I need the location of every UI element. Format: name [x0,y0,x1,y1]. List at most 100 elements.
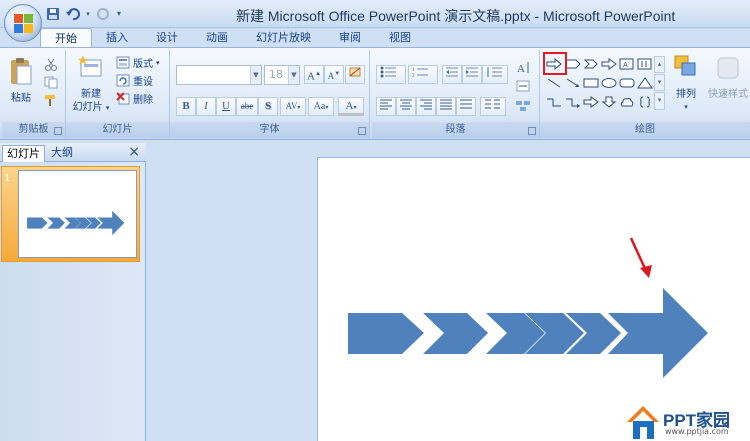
shrink-font-button[interactable]: A▼ [324,65,344,84]
shape-oval[interactable] [600,75,617,91]
undo-icon[interactable] [64,5,82,22]
shape-brace[interactable] [636,94,653,110]
close-pane-icon[interactable]: × [128,144,140,160]
redo-icon[interactable] [94,5,112,22]
distribute-button[interactable] [456,97,476,116]
tab-view[interactable]: 视图 [375,28,425,48]
shape-elbow-connector[interactable] [545,94,562,110]
char-spacing-button[interactable]: AV▾ [280,97,306,116]
change-case-button[interactable]: Aa▾ [308,97,334,116]
tab-outline-pane[interactable]: 大纲 [47,145,77,162]
font-launcher[interactable] [358,127,366,135]
reset-button[interactable]: 重设 [116,73,153,88]
align-right-button[interactable] [416,97,436,116]
shape-chevron[interactable] [582,56,599,72]
layout-label: 版式 [133,59,153,70]
tab-design[interactable]: 设计 [142,28,192,48]
shape-arrow-line[interactable] [564,75,581,91]
undo-dropdown-icon[interactable]: ▾ [84,5,92,22]
cut-icon[interactable] [44,58,58,71]
text-direction-button[interactable]: A [512,60,534,79]
gallery-more[interactable]: ▾ [654,92,665,110]
shape-vertical-textbox[interactable] [636,56,653,72]
shape-rectangle[interactable] [582,75,599,91]
quick-styles-button[interactable]: 快速样式 [706,54,750,101]
shape-textbox[interactable]: A [618,56,635,72]
delete-button[interactable]: 删除 [116,91,153,106]
underline-button[interactable]: U [216,97,236,116]
text-direction-icon: A [515,62,531,77]
shape-line[interactable] [545,75,562,91]
bold-label: B [182,100,190,112]
clipboard-launcher[interactable] [54,127,62,135]
slide-canvas[interactable] [317,157,750,441]
align-center-button[interactable] [396,97,416,116]
strikethrough-label: abe [240,101,254,111]
bullets-button[interactable] [376,65,406,84]
tab-slides-pane[interactable]: 幻灯片 [2,145,45,162]
save-icon[interactable] [44,5,62,22]
office-logo-icon [14,14,34,34]
watermark-url: www.pptjia.com [665,427,729,436]
shadow-button[interactable]: S [258,97,278,116]
tab-home[interactable]: 开始 [40,28,92,48]
house-logo-icon [627,406,659,439]
font-name-combo[interactable]: ▼ [176,65,262,85]
decrease-indent-button[interactable] [442,65,462,84]
justify-button[interactable] [436,97,456,116]
office-button[interactable] [4,4,42,42]
arrange-icon [670,54,702,86]
arrange-button[interactable]: 排列 ▾ [670,54,702,114]
selected-shape-highlight [543,52,567,75]
paste-button[interactable]: 粘贴 [6,56,36,105]
new-slide-dropdown-icon[interactable]: ▾ [106,104,110,112]
svg-text:1: 1 [412,68,415,73]
big-right-arrow[interactable] [608,288,708,378]
clear-format-button[interactable] [345,65,365,84]
strikethrough-button[interactable]: abe [236,97,258,116]
shape-cloud[interactable] [618,94,635,110]
copy-icon[interactable] [44,76,58,89]
arrow-graphic[interactable] [318,158,750,441]
delete-icon [116,92,130,105]
paragraph-launcher[interactable] [528,127,536,135]
align-text-button[interactable] [512,80,534,99]
tab-review[interactable]: 审阅 [325,28,375,48]
new-slide-icon [70,54,112,86]
grow-font-button[interactable]: A▲ [304,65,324,84]
columns-button[interactable] [480,97,506,116]
italic-button[interactable]: I [196,97,216,116]
align-left-button[interactable] [376,97,396,116]
increase-indent-button[interactable] [462,65,482,84]
shape-block-arrow[interactable] [600,56,617,72]
chevron-1[interactable] [423,313,488,354]
font-color-button[interactable]: A▾ [338,97,364,116]
tab-slideshow[interactable]: 幻灯片放映 [242,28,325,48]
smartart-button[interactable] [512,100,534,119]
line-spacing-button[interactable] [482,65,508,84]
font-size-combo[interactable]: 18 ▼ [264,65,300,85]
new-slide-button[interactable]: 新建 幻灯片 ▾ [70,54,112,115]
shape-elbow-arrow[interactable] [564,94,581,110]
format-painter-icon[interactable] [44,94,58,107]
tab-insert[interactable]: 插入 [92,28,142,48]
triangle-shape-icon [636,77,653,89]
tab-animations[interactable]: 动画 [192,28,242,48]
gallery-scroll-up[interactable]: ▴ [654,56,665,73]
right-arrow-2-shape-icon [583,96,599,108]
cloud-shape-icon [620,97,633,107]
thumbnail-arrow-graphic [27,210,125,236]
customize-toolbar-icon[interactable]: ▾ [114,5,124,22]
bold-button[interactable]: B [176,97,196,116]
gallery-scroll-down[interactable]: ▾ [654,74,665,91]
numbering-button[interactable]: 12 [408,65,438,84]
shape-down-arrow[interactable] [600,94,617,110]
shape-rounded-rectangle[interactable] [618,75,635,91]
shape-triangle[interactable] [636,75,653,91]
shape-right-arrow-2[interactable] [582,94,599,110]
distribute-icon [459,99,473,113]
line-shape-icon [547,78,560,88]
layout-button[interactable]: 版式 ▾ [116,55,160,70]
pentagon-block[interactable] [348,313,424,354]
slide-thumbnail[interactable] [18,170,137,258]
